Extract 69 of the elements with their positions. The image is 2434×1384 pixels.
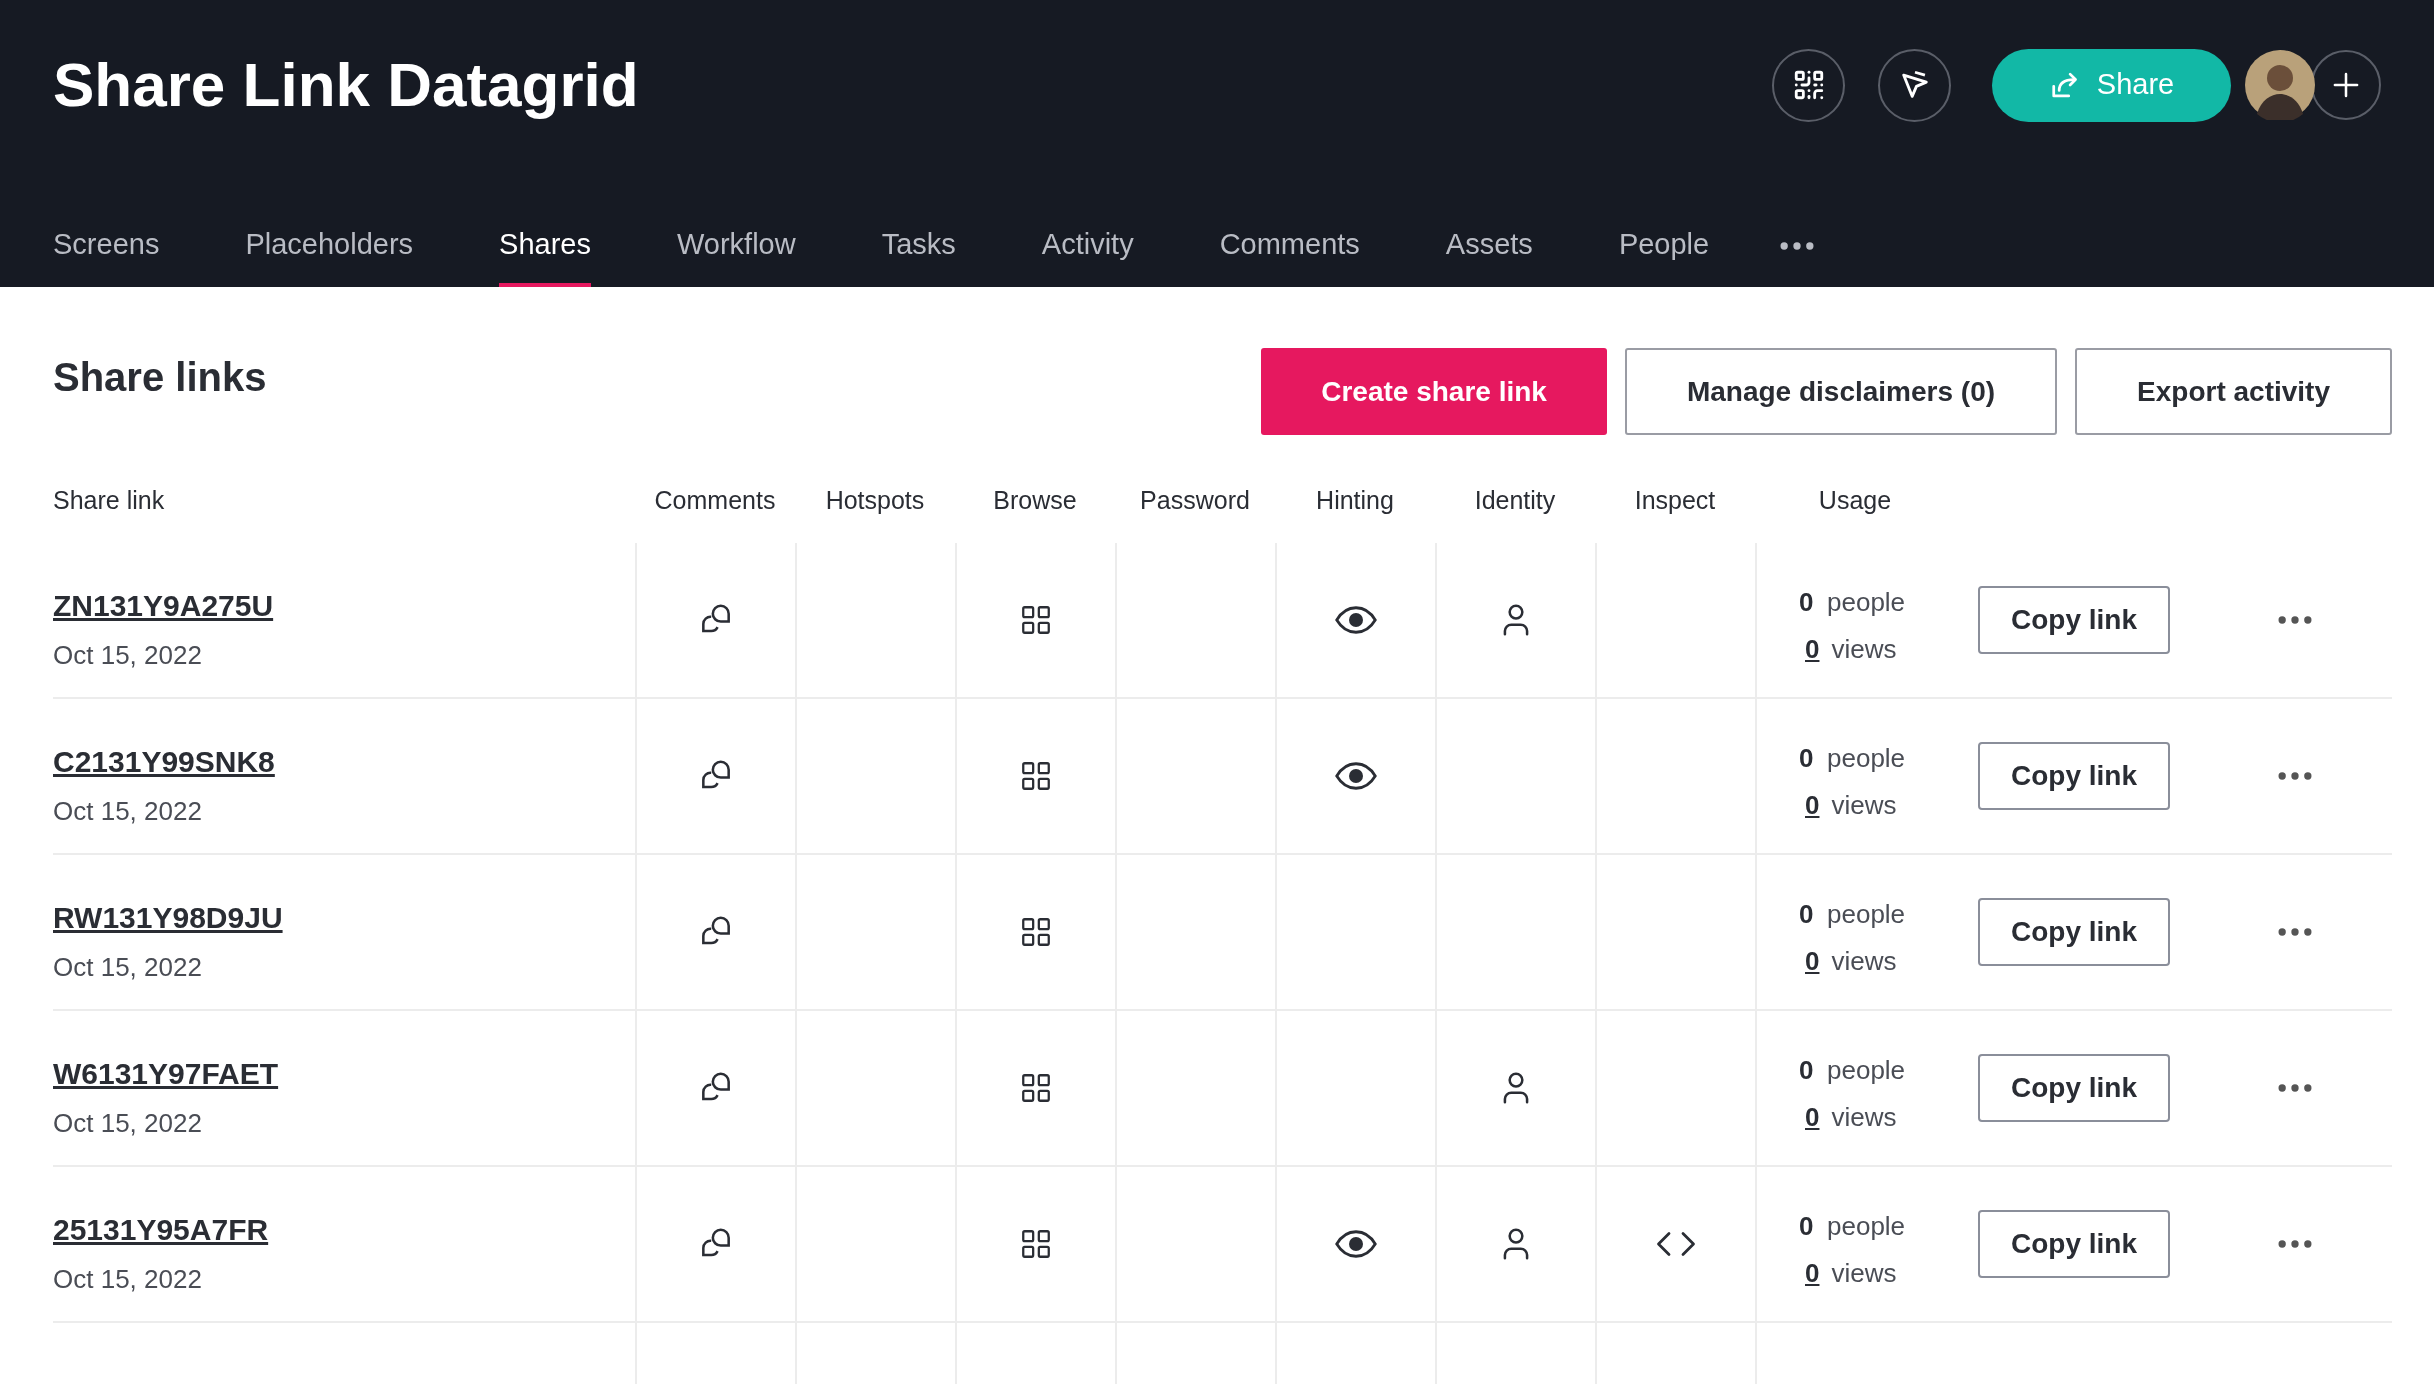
people-count: 0	[1799, 586, 1815, 619]
link-date: Oct 15, 2022	[53, 1263, 203, 1296]
nav-tab[interactable]: Comments	[1219, 217, 1360, 287]
grid-icon	[1019, 915, 1053, 949]
grid-icon	[1019, 1071, 1053, 1105]
action-button[interactable]: Create share link	[1261, 348, 1607, 435]
grid-icon	[1019, 1227, 1053, 1261]
views-count[interactable]: 0	[1805, 942, 1820, 981]
views-count[interactable]: 0	[1805, 1254, 1820, 1293]
column-header: Share link	[53, 486, 165, 515]
copy-link-button[interactable]: Copy link	[1978, 742, 2170, 810]
nav-tab[interactable]: Screens	[53, 217, 160, 287]
nav-tab[interactable]: Assets	[1445, 217, 1533, 287]
nav-tab[interactable]: Tasks	[881, 217, 956, 287]
column-header: Browse	[993, 485, 1077, 517]
column-header: Usage	[1818, 485, 1892, 517]
link-date: Oct 15, 2022	[53, 639, 203, 672]
column-header: Hotspots	[825, 485, 925, 517]
views-label: views	[1831, 633, 1897, 666]
nav-tab[interactable]: Shares	[499, 217, 591, 287]
link-date: Oct 15, 2022	[53, 951, 203, 984]
avatar[interactable]	[2245, 50, 2315, 120]
views-label: views	[1831, 789, 1897, 822]
views-count[interactable]: 0	[1805, 1098, 1820, 1137]
eye-icon	[1335, 606, 1377, 634]
people-label: people	[1827, 586, 1906, 619]
nav-tab[interactable]: Activity	[1041, 217, 1134, 287]
section-title: Share links	[53, 353, 267, 401]
cursor-button[interactable]	[1878, 48, 1951, 122]
views-count[interactable]: 0	[1805, 630, 1820, 669]
copy-link-button[interactable]: Copy link	[1978, 1210, 2170, 1278]
share-link[interactable]: C2131Y99SNK8	[53, 739, 635, 784]
views-count[interactable]: 0	[1805, 786, 1820, 825]
share-link[interactable]: W6131Y97FAET	[53, 1051, 635, 1096]
nav-tab[interactable]: Workflow	[676, 217, 796, 287]
eye-icon	[1335, 1230, 1377, 1258]
grid-icon	[1019, 603, 1053, 637]
add-button[interactable]	[2311, 50, 2381, 120]
copy-link-button[interactable]: Copy link	[1978, 1054, 2170, 1122]
share-link[interactable]: RW131Y98D9JU	[53, 895, 635, 940]
eye-icon	[1335, 762, 1377, 790]
views-label: views	[1831, 945, 1897, 978]
people-label: people	[1827, 1210, 1906, 1243]
action-button[interactable]: Manage disclaimers (0)	[1624, 348, 2058, 435]
column-header: Password	[1140, 485, 1250, 517]
qr-code-button[interactable]	[1772, 48, 1845, 122]
nav-tab[interactable]: Placeholders	[245, 217, 414, 287]
views-label: views	[1831, 1101, 1897, 1134]
column-header: Inspect	[1634, 485, 1716, 517]
action-button[interactable]: Export activity	[2075, 348, 2392, 435]
people-count: 0	[1799, 1210, 1815, 1243]
link-date: Oct 15, 2022	[53, 795, 203, 828]
nav-tab[interactable]: People	[1618, 217, 1710, 287]
grid-icon	[1019, 759, 1053, 793]
share-link[interactable]: 25131Y95A7FR	[53, 1207, 635, 1252]
copy-link-button[interactable]: Copy link	[1978, 586, 2170, 654]
people-count: 0	[1799, 898, 1815, 931]
people-count: 0	[1799, 1054, 1815, 1087]
share-link[interactable]: ZN131Y9A275U	[53, 583, 635, 628]
column-header: Hinting	[1316, 485, 1394, 517]
people-label: people	[1827, 742, 1906, 775]
people-label: people	[1827, 898, 1906, 931]
people-label: people	[1827, 1054, 1906, 1087]
link-date: Oct 15, 2022	[53, 1107, 203, 1140]
column-header: Comments	[654, 485, 776, 517]
copy-link-button[interactable]: Copy link	[1978, 898, 2170, 966]
views-label: views	[1831, 1257, 1897, 1290]
column-header: Identity	[1474, 485, 1556, 517]
people-count: 0	[1799, 742, 1815, 775]
